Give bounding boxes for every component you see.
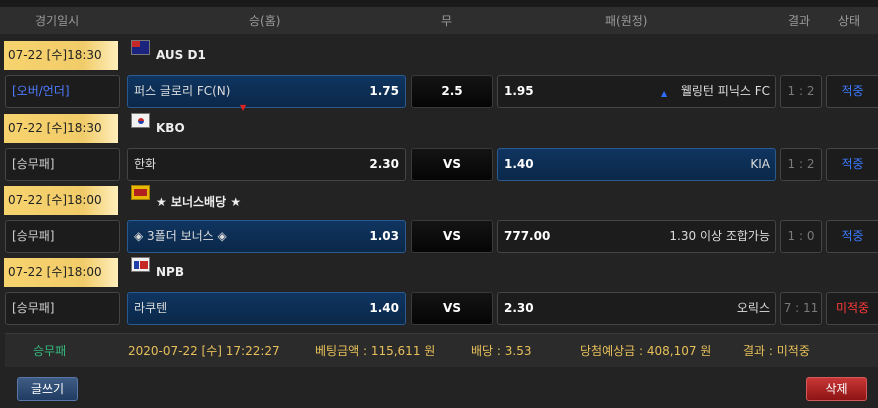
league-name: KBO: [156, 121, 185, 135]
table-row: [승무패] ◈ 3폴더 보너스 ◈ 1.03 VS 777.00 1.30 이상…: [0, 220, 878, 254]
draw-pick[interactable]: VS: [411, 220, 493, 253]
score: 1 : 2: [780, 75, 822, 108]
league-row: 07-22 [수]18:00 NPB: [0, 257, 878, 287]
table-row: [오버/언더] 퍼스 글로리 FC(N) ▼ 1.75 2.5 1.95 ▲ 웰…: [0, 75, 878, 112]
status-badge: 미적중: [826, 292, 878, 325]
header-home: 승(홈): [249, 14, 281, 28]
game-date: 07-22 [수]18:30: [4, 114, 118, 143]
score: 7 : 11: [780, 292, 822, 325]
home-odds: 1.03: [369, 229, 399, 243]
bonus-icon: [131, 185, 150, 200]
header-date: 경기일시: [35, 14, 80, 28]
bet-summary: 승무패 2020-07-22 [수] 17:22:27 베팅금액 : 115,6…: [5, 333, 878, 367]
home-pick[interactable]: 한화 2.30: [127, 148, 406, 181]
header-status: 상태: [838, 14, 861, 28]
home-odds: 1.40: [369, 301, 399, 315]
draw-pick[interactable]: VS: [411, 148, 493, 181]
status-badge: 적중: [826, 220, 878, 253]
table-row: [승무패] 라쿠텐 1.40 VS 2.30 오릭스 7 : 11 미적중: [0, 292, 878, 326]
npb-logo-icon: [131, 257, 150, 272]
home-pick[interactable]: 퍼스 글로리 FC(N) ▼ 1.75: [127, 75, 406, 112]
away-odds: 1.40: [504, 157, 534, 171]
summary-odds: 배당 : 3.53: [471, 344, 532, 358]
away-pick[interactable]: 1.95 ▲ 웰링턴 피닉스 FC: [497, 75, 776, 108]
bet-type: [승무패]: [5, 292, 120, 325]
summary-bet-type: 승무패: [33, 344, 67, 358]
league-name: AUS D1: [156, 48, 206, 62]
away-pick[interactable]: 2.30 오릭스: [497, 292, 776, 325]
summary-expected: 당첨예상금 : 408,107 원: [580, 344, 712, 358]
home-team: 한화: [134, 157, 157, 171]
away-team: 오릭스: [736, 301, 770, 315]
away-pick[interactable]: 777.00 1.30 이상 조합가능: [497, 220, 776, 253]
away-team: 웰링턴 피닉스 FC: [680, 84, 770, 98]
away-odds: 777.00: [504, 229, 551, 243]
home-pick[interactable]: 라쿠텐 1.40: [127, 292, 406, 325]
away-odds: 1.95: [504, 84, 534, 98]
australia-flag-icon: [131, 40, 150, 55]
game-date: 07-22 [수]18:00: [4, 186, 118, 215]
status-badge: 적중: [826, 148, 878, 181]
bet-type: [승무패]: [5, 220, 120, 253]
league-name: NPB: [156, 265, 184, 279]
home-team: ◈ 3폴더 보너스 ◈: [134, 229, 227, 243]
league-name: ★ 보너스배당 ★: [156, 195, 242, 209]
summary-datetime: 2020-07-22 [수] 17:22:27: [128, 344, 280, 358]
away-team: 1.30 이상 조합가능: [669, 229, 770, 243]
home-team: 퍼스 글로리 FC(N): [134, 84, 231, 98]
table-row: [승무패] 한화 2.30 VS 1.40 KIA 1 : 2 적중: [0, 148, 878, 182]
away-pick[interactable]: 1.40 KIA: [497, 148, 776, 181]
arrow-up-icon: ▲: [661, 89, 668, 98]
bet-type: [오버/언더]: [5, 75, 120, 108]
home-team: 라쿠텐: [134, 301, 168, 315]
game-date: 07-22 [수]18:30: [4, 41, 118, 70]
delete-button[interactable]: 삭제: [806, 377, 867, 401]
bet-type: [승무패]: [5, 148, 120, 181]
draw-pick[interactable]: VS: [411, 292, 493, 325]
home-odds: 1.75: [369, 84, 399, 98]
home-pick[interactable]: ◈ 3폴더 보너스 ◈ 1.03: [127, 220, 406, 253]
header-result: 결과: [788, 14, 811, 28]
write-button[interactable]: 글쓰기: [17, 377, 78, 401]
header-draw: 무: [441, 14, 453, 28]
league-row: 07-22 [수]18:30 KBO: [0, 113, 878, 143]
status-badge: 적중: [826, 75, 878, 108]
summary-amount: 베팅금액 : 115,611 원: [315, 344, 436, 358]
league-row: 07-22 [수]18:00 ★ 보너스배당 ★: [0, 185, 878, 215]
table-header: 경기일시 승(홈) 무 패(원정) 결과 상태: [0, 0, 878, 34]
score: 1 : 0: [780, 220, 822, 253]
summary-result: 결과 : 미적중: [743, 344, 810, 358]
score: 1 : 2: [780, 148, 822, 181]
league-row: 07-22 [수]18:30 AUS D1: [0, 40, 878, 70]
korea-flag-icon: [131, 113, 150, 128]
away-odds: 2.30: [504, 301, 534, 315]
draw-pick[interactable]: 2.5: [411, 75, 493, 108]
game-date: 07-22 [수]18:00: [4, 258, 118, 287]
header-away: 패(원정): [605, 14, 648, 28]
home-odds: 2.30: [369, 157, 399, 171]
away-team: KIA: [750, 157, 770, 171]
